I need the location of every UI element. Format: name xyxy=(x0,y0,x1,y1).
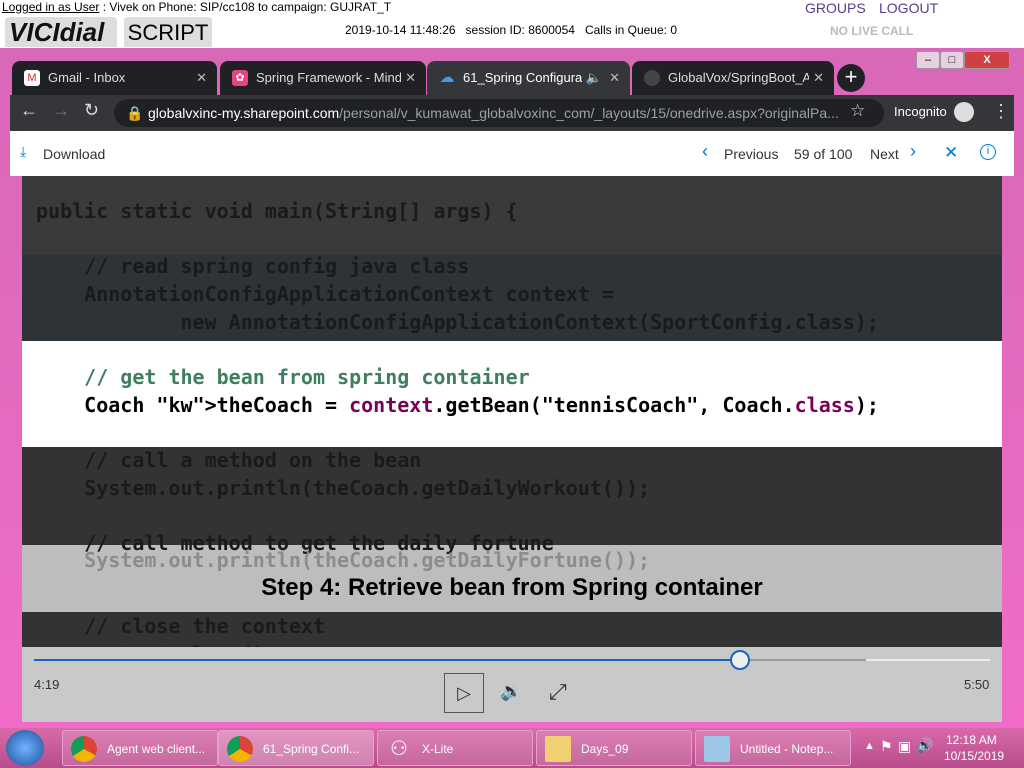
groups-link[interactable]: GROUPS xyxy=(805,0,866,16)
notepad-icon xyxy=(704,736,730,762)
audio-playing-icon[interactable]: 🔈 xyxy=(586,70,602,85)
show-hidden-icons[interactable]: ▲ xyxy=(864,740,875,752)
tab-label: Spring Framework - MindM xyxy=(256,70,413,85)
chevron-right-icon[interactable]: › xyxy=(910,141,916,162)
info-icon[interactable]: i xyxy=(980,144,996,160)
clock-time[interactable]: 12:18 AM xyxy=(946,733,997,747)
chrome-icon xyxy=(227,736,253,762)
speaker-icon[interactable]: 🔊 xyxy=(916,737,933,754)
network-icon[interactable]: ▣ xyxy=(898,738,911,755)
progress-bar xyxy=(34,659,741,661)
back-icon[interactable]: ← xyxy=(20,100,38,121)
code-line: // close the context xyxy=(36,614,325,638)
tab-label: GlobalVox/SpringBoot_An xyxy=(668,70,819,85)
close-tab-icon[interactable]: ✕ xyxy=(196,61,207,94)
close-tab-icon[interactable]: ✕ xyxy=(401,61,416,94)
taskbar-item[interactable]: Days_09 xyxy=(536,730,692,766)
tab-spring-framework[interactable]: ✿ Spring Framework - MindM ✕ xyxy=(220,61,426,95)
close-tab-icon[interactable]: ✕ xyxy=(809,61,824,94)
forward-icon[interactable]: → xyxy=(52,100,70,121)
code-line: // read spring config java class xyxy=(36,254,470,278)
page-counter: 59 of 100 xyxy=(794,146,853,162)
lock-icon: 🔒 xyxy=(126,105,144,121)
incognito-icon[interactable] xyxy=(954,102,974,122)
code-line-highlighted: Coach "kw">theCoach = context.getBean("t… xyxy=(36,393,879,417)
code-line: new AnnotationConfigApplicationContext(S… xyxy=(36,310,879,334)
onedrive-icon: ☁ xyxy=(439,69,455,86)
viewer-toolbar: ⤓ Download ‹ Previous 59 of 100 Next › ✕… xyxy=(10,131,1014,176)
session-info: 2019-10-14 11:48:26 session ID: 8600054 … xyxy=(345,23,677,37)
windows-taskbar: Agent web client... 61_Spring Confi... ⚇… xyxy=(0,728,1024,768)
seek-handle[interactable] xyxy=(730,650,751,670)
xlite-icon: ⚇ xyxy=(390,738,408,760)
tab-gmail[interactable]: M Gmail - Inbox ✕ xyxy=(12,61,217,95)
taskbar-item[interactable]: ⚇ X-Lite xyxy=(377,730,533,766)
logout-link[interactable]: LOGOUT xyxy=(879,0,938,16)
url-input[interactable]: 🔒 globalvxinc-my.sharepoint.com/personal/… xyxy=(114,99,884,127)
taskbar-item[interactable]: 61_Spring Confi... xyxy=(218,730,374,766)
taskbar-item[interactable]: Agent web client... xyxy=(62,730,218,766)
video-player[interactable]: public static void main(String[] args) {… xyxy=(22,176,1002,722)
close-tab-icon[interactable]: 🔈 ✕ xyxy=(581,61,620,94)
vicidial-header: Logged in as User : Vivek on Phone: SIP/… xyxy=(0,0,1024,48)
previous-button[interactable]: Previous xyxy=(724,146,778,162)
chrome-icon xyxy=(71,736,97,762)
menu-icon[interactable]: ⋮ xyxy=(992,101,1010,122)
play-button[interactable]: ▷ xyxy=(444,673,484,713)
login-info: Logged in as User : Vivek on Phone: SIP/… xyxy=(2,0,391,14)
slide-caption: Step 4: Retrieve bean from Spring contai… xyxy=(261,574,763,601)
reload-icon[interactable]: ↻ xyxy=(84,100,99,121)
player-controls: 4:19 5:50 ▷ 🔉 ⤢ xyxy=(22,647,1002,722)
chevron-left-icon[interactable]: ‹ xyxy=(702,141,708,162)
duration: 5:50 xyxy=(964,677,990,692)
login-text: : Vivek on Phone: SIP/cc108 to campaign:… xyxy=(99,0,392,14)
github-icon xyxy=(644,70,660,86)
code-line: AnnotationConfigApplicationContext conte… xyxy=(36,282,614,306)
incognito-label: Incognito xyxy=(894,104,947,119)
volume-icon[interactable]: 🔉 xyxy=(500,681,522,702)
tab-label: 61_Spring Configuratio xyxy=(463,70,596,85)
login-link[interactable]: Logged in as User xyxy=(2,0,99,14)
download-button[interactable]: Download xyxy=(43,146,105,162)
mindmap-icon: ✿ xyxy=(232,70,248,86)
next-button[interactable]: Next xyxy=(870,146,899,162)
address-bar-row: ← → ↻ 🔒 globalvxinc-my.sharepoint.com/per… xyxy=(10,95,1014,131)
folder-icon xyxy=(545,736,571,762)
action-center-flag-icon[interactable]: ⚑ xyxy=(880,738,893,755)
fullscreen-icon[interactable]: ⤢ xyxy=(549,679,567,705)
close-icon[interactable]: ✕ xyxy=(944,143,958,163)
bookmark-star-icon[interactable]: ☆ xyxy=(850,101,865,121)
taskbar-item[interactable]: Untitled - Notep... xyxy=(695,730,851,766)
gmail-icon: M xyxy=(24,70,40,86)
start-button[interactable] xyxy=(6,730,44,766)
tab-spring-configuration[interactable]: ☁ 61_Spring Configuratio 🔈 ✕ xyxy=(427,61,630,95)
current-time: 4:19 xyxy=(34,677,60,692)
vicidial-logo: VICIdial xyxy=(5,17,117,47)
live-call-status: NO LIVE CALL xyxy=(830,24,914,38)
download-icon[interactable]: ⤓ xyxy=(20,143,26,160)
code-line: public static void main(String[] args) { xyxy=(36,199,518,223)
code-line-highlighted: // get the bean from spring container xyxy=(36,365,530,389)
clock-date[interactable]: 10/15/2019 xyxy=(944,749,1004,763)
code-line: System.out.println(theCoach.getDailyWork… xyxy=(36,476,651,500)
script-tab[interactable]: SCRIPT xyxy=(124,17,212,47)
tab-label: Gmail - Inbox xyxy=(48,70,126,85)
code-line: // call a method on the bean xyxy=(36,448,422,472)
new-tab-button[interactable]: + xyxy=(837,64,865,92)
tab-github[interactable]: GlobalVox/SpringBoot_An ✕ xyxy=(632,61,834,95)
